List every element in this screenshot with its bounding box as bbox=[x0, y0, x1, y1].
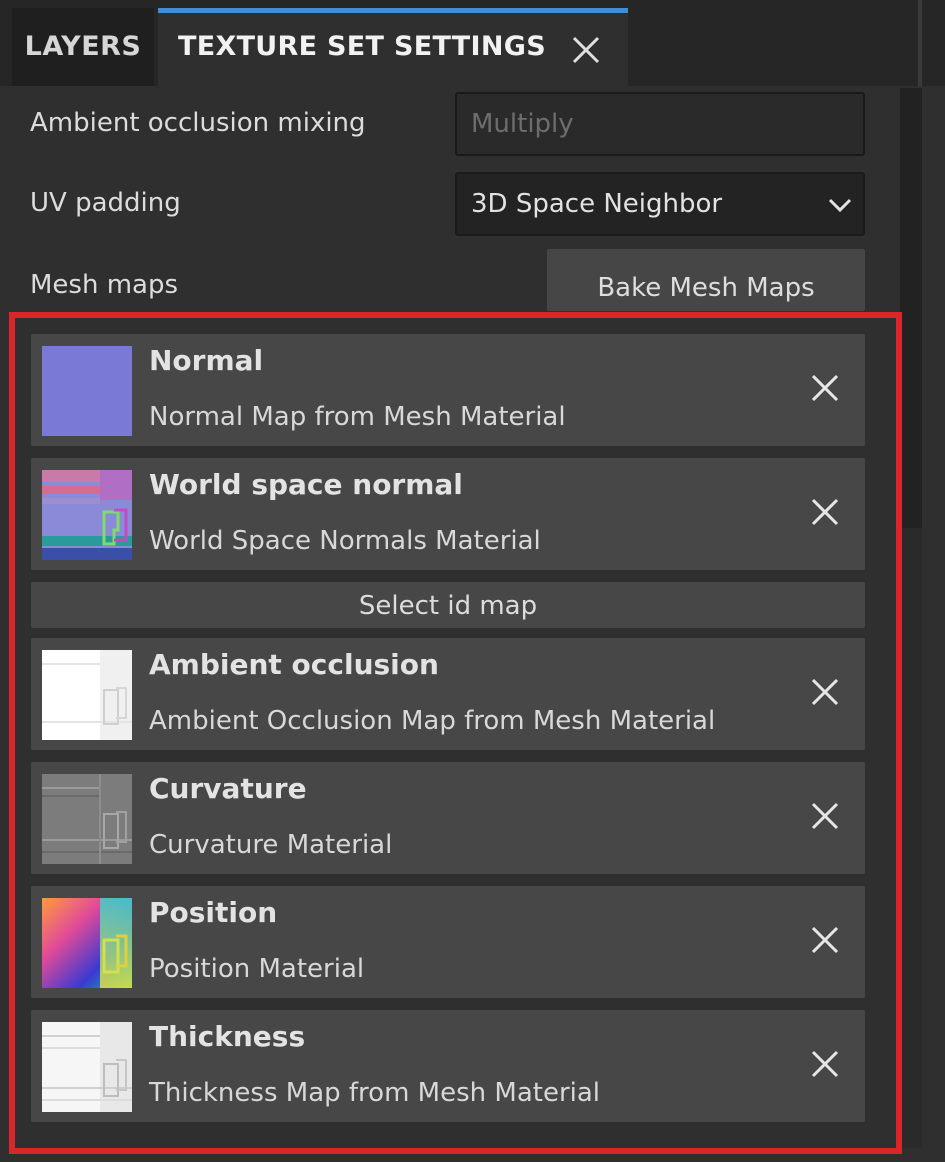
map-subtitle: Normal Map from Mesh Material bbox=[149, 402, 566, 432]
uv-padding-value: 3D Space Neighbor bbox=[471, 189, 723, 219]
curvature-thumbnail-icon bbox=[42, 774, 132, 864]
remove-map-icon[interactable] bbox=[807, 674, 843, 710]
map-title: Thickness bbox=[149, 1020, 306, 1053]
tab-bar: LAYERS TEXTURE SET SETTINGS bbox=[0, 0, 945, 86]
ao-mixing-label: Ambient occlusion mixing bbox=[30, 108, 366, 138]
map-subtitle: World Space Normals Material bbox=[149, 526, 541, 556]
remove-map-icon[interactable] bbox=[807, 1046, 843, 1082]
map-subtitle: Thickness Map from Mesh Material bbox=[149, 1078, 601, 1108]
map-title: Ambient occlusion bbox=[149, 648, 439, 681]
mesh-map-item-position[interactable]: Position Position Material bbox=[31, 886, 865, 998]
map-subtitle: Ambient Occlusion Map from Mesh Material bbox=[149, 706, 716, 736]
remove-map-icon[interactable] bbox=[807, 370, 843, 406]
chevron-down-icon bbox=[828, 198, 852, 213]
tab-layers[interactable]: LAYERS bbox=[12, 8, 154, 86]
ao-mixing-field: Multiply bbox=[455, 92, 865, 156]
panel-divider bbox=[918, 0, 922, 86]
mesh-map-item-normal[interactable]: Normal Normal Map from Mesh Material bbox=[31, 334, 865, 446]
mesh-maps-label: Mesh maps bbox=[30, 270, 179, 300]
thickness-thumbnail-icon bbox=[42, 1022, 132, 1112]
active-tab-indicator bbox=[158, 8, 628, 13]
close-tab-icon[interactable] bbox=[566, 30, 606, 70]
bake-mesh-maps-button[interactable]: Bake Mesh Maps bbox=[547, 249, 865, 311]
mesh-map-item-world-space-normal[interactable]: World space normal World Space Normals M… bbox=[31, 458, 865, 570]
remove-map-icon[interactable] bbox=[807, 922, 843, 958]
uv-padding-dropdown[interactable]: 3D Space Neighbor bbox=[455, 172, 865, 236]
map-title: Position bbox=[149, 896, 278, 929]
map-subtitle: Curvature Material bbox=[149, 830, 393, 860]
select-id-map-button[interactable]: Select id map bbox=[31, 582, 865, 628]
ambient-occlusion-thumbnail-icon bbox=[42, 650, 132, 740]
map-title: World space normal bbox=[149, 468, 463, 501]
map-title: Normal bbox=[149, 344, 264, 377]
uv-padding-label: UV padding bbox=[30, 188, 181, 218]
mesh-map-item-curvature[interactable]: Curvature Curvature Material bbox=[31, 762, 865, 874]
map-title: Curvature bbox=[149, 772, 307, 805]
remove-map-icon[interactable] bbox=[807, 494, 843, 530]
scrollbar-thumb[interactable] bbox=[900, 88, 922, 528]
normal-thumbnail-icon bbox=[42, 346, 132, 436]
tab-texture-set-settings[interactable]: TEXTURE SET SETTINGS bbox=[158, 8, 628, 86]
texture-set-settings-panel: LAYERS TEXTURE SET SETTINGS Ambient occl… bbox=[0, 0, 945, 1162]
mesh-map-item-thickness[interactable]: Thickness Thickness Map from Mesh Materi… bbox=[31, 1010, 865, 1122]
world-space-normal-thumbnail-icon bbox=[42, 470, 132, 560]
mesh-map-item-ambient-occlusion[interactable]: Ambient occlusion Ambient Occlusion Map … bbox=[31, 638, 865, 750]
remove-map-icon[interactable] bbox=[807, 798, 843, 834]
map-subtitle: Position Material bbox=[149, 954, 365, 984]
position-thumbnail-icon bbox=[42, 898, 132, 988]
